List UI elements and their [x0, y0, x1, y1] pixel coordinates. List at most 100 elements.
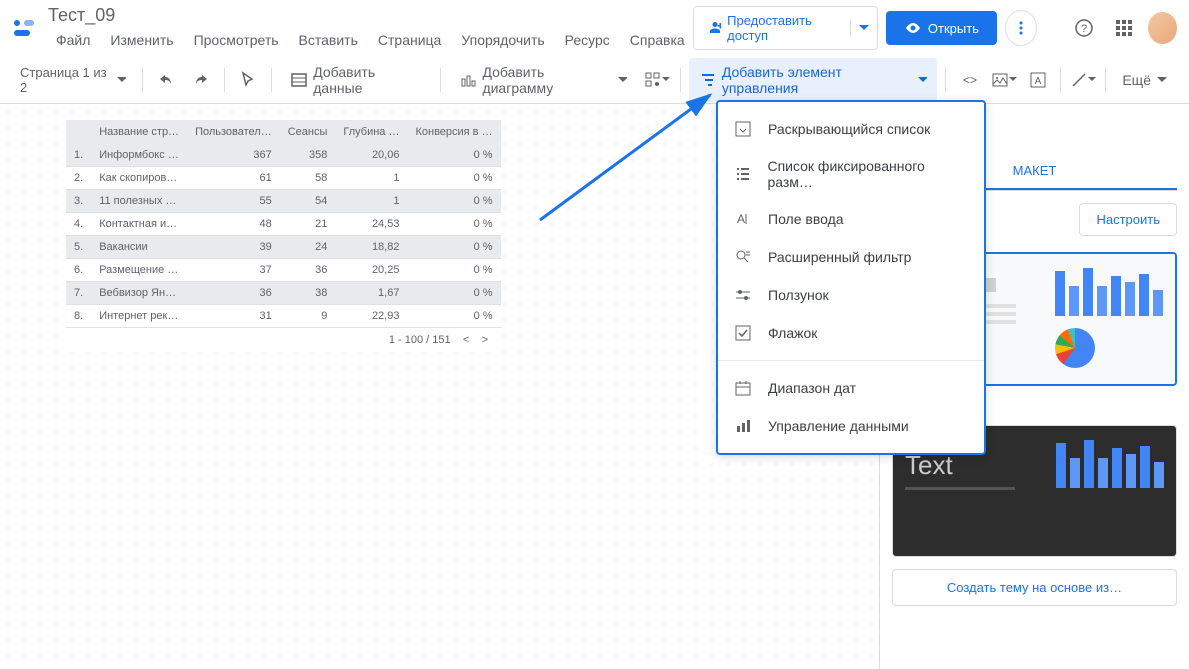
url-embed-button[interactable]: <>	[954, 64, 986, 96]
page-indicator[interactable]: Страница 1 из 2	[12, 61, 134, 99]
filter-icon	[699, 71, 716, 89]
chevron-down-icon	[662, 77, 670, 82]
customize-button[interactable]: Настроить	[1079, 203, 1177, 236]
menu-help[interactable]: Справка	[622, 28, 693, 52]
table-row[interactable]: 7.Вебвизор Яндекс…36381,670 %	[66, 282, 501, 305]
eye-icon	[904, 19, 922, 37]
apps-icon	[1115, 19, 1133, 37]
table-row[interactable]: 1.Информбокс - ин…36735820,060 %	[66, 144, 501, 167]
chevron-down-icon	[117, 77, 127, 83]
dropdown-item-data-control[interactable]: Управление данными	[718, 407, 984, 445]
table-row[interactable]: 4.Контактная инф…482124,530 %	[66, 213, 501, 236]
undo-button[interactable]	[151, 64, 181, 96]
database-icon	[290, 71, 307, 89]
table-header[interactable]	[66, 120, 91, 144]
redo-button[interactable]	[185, 64, 215, 96]
menu-arrange[interactable]: Упорядочить	[453, 28, 552, 52]
more-tools-button[interactable]: Ещё	[1112, 66, 1177, 94]
dropdown-item-advanced-filter[interactable]: Расширенный фильтр	[718, 238, 984, 276]
chevron-down-icon	[918, 77, 927, 83]
table-header[interactable]: Конверсия в …	[407, 120, 500, 144]
dropdown-item-date-range[interactable]: Диапазон дат	[718, 369, 984, 407]
theme-bars-icon	[1056, 438, 1164, 488]
more-label: Ещё	[1122, 72, 1151, 88]
advanced-filter-icon	[734, 248, 752, 266]
menu-edit[interactable]: Изменить	[102, 28, 181, 52]
chart-icon	[459, 71, 476, 89]
slider-icon	[734, 286, 752, 304]
share-button-group: Предоставить доступ	[693, 6, 878, 50]
cursor-icon	[239, 71, 257, 89]
community-viz-button[interactable]	[641, 64, 671, 96]
add-control-button[interactable]: Добавить элемент управления	[689, 58, 938, 102]
image-button[interactable]	[988, 64, 1020, 96]
menu-insert[interactable]: Вставить	[291, 28, 366, 52]
share-dropdown[interactable]	[850, 19, 877, 37]
dropdown-item-slider[interactable]: Ползунок	[718, 276, 984, 314]
menu-resource[interactable]: Ресурс	[557, 28, 618, 52]
dropdown-item-list[interactable]: Раскрывающийся список	[718, 110, 984, 148]
open-button[interactable]: Открыть	[886, 11, 997, 45]
image-icon	[991, 71, 1009, 89]
table-row[interactable]: 5.Вакансии392418,820 %	[66, 236, 501, 259]
svg-text:<>: <>	[963, 73, 977, 87]
calendar-icon	[734, 379, 752, 397]
theme-pie-icon	[1055, 328, 1095, 368]
document-title[interactable]: Тест_09	[48, 5, 693, 26]
page-indicator-label: Страница 1 из 2	[20, 65, 113, 95]
widgets-icon	[644, 71, 662, 89]
list-icon	[734, 165, 751, 183]
dropdown-list-icon	[734, 120, 752, 138]
create-theme-button[interactable]: Создать тему на основе из…	[892, 569, 1177, 606]
table-row[interactable]: 6.Размещение тов…373620,250 %	[66, 259, 501, 282]
line-icon	[1070, 71, 1088, 89]
text-icon: A	[1029, 71, 1047, 89]
dropdown-item-checkbox[interactable]: Флажок	[718, 314, 984, 352]
add-chart-button[interactable]: Добавить диаграмму	[449, 58, 637, 102]
apps-button[interactable]	[1108, 10, 1140, 46]
table-row[interactable]: 2.Как скопировать…615810 %	[66, 167, 501, 190]
code-icon: <>	[960, 72, 980, 88]
add-control-label: Добавить элемент управления	[722, 64, 912, 96]
share-button[interactable]: Предоставить доступ	[694, 7, 850, 49]
table-header[interactable]: Название стр…	[91, 120, 187, 144]
more-vert-icon	[1013, 20, 1029, 36]
add-chart-label: Добавить диаграмму	[482, 64, 611, 96]
svg-text:A: A	[1035, 76, 1042, 87]
table-next[interactable]: >	[482, 334, 488, 346]
more-options-button[interactable]	[1005, 10, 1037, 46]
dropdown-item-fixed-list[interactable]: Список фиксированного разм…	[718, 148, 984, 200]
add-control-dropdown: Раскрывающийся список Список фиксированн…	[716, 100, 986, 455]
svg-text:A: A	[737, 212, 745, 226]
data-control-icon	[734, 417, 752, 435]
table-row[interactable]: 8.Интернет рекла…31922,930 %	[66, 305, 501, 328]
help-icon: ?	[1074, 18, 1094, 38]
checkbox-icon	[734, 324, 752, 342]
share-label: Предоставить доступ	[727, 13, 838, 43]
table-prev[interactable]: <	[463, 334, 469, 346]
redo-icon	[192, 71, 210, 89]
help-button[interactable]: ?	[1068, 10, 1100, 46]
table-pagination: 1 - 100 / 151	[389, 334, 451, 346]
chevron-down-icon	[618, 77, 627, 83]
theme-bars-icon	[1055, 266, 1163, 316]
text-button[interactable]: A	[1022, 64, 1054, 96]
app-logo-icon[interactable]	[12, 16, 36, 40]
data-table[interactable]: Название стр…Пользовател…СеансыГлубина ……	[66, 120, 496, 352]
line-button[interactable]	[1067, 64, 1099, 96]
input-icon: A	[734, 210, 752, 228]
table-header[interactable]: Сеансы	[280, 120, 336, 144]
table-row[interactable]: 3.11 полезных отч…555410 %	[66, 190, 501, 213]
table-header[interactable]: Глубина …	[335, 120, 407, 144]
dropdown-item-input[interactable]: A Поле ввода	[718, 200, 984, 238]
menu-view[interactable]: Просмотреть	[186, 28, 287, 52]
menu-file[interactable]: Файл	[48, 28, 98, 52]
undo-icon	[157, 71, 175, 89]
user-avatar[interactable]	[1148, 12, 1177, 44]
add-data-button[interactable]: Добавить данные	[280, 58, 432, 102]
select-tool[interactable]	[233, 64, 263, 96]
table-header[interactable]: Пользовател…	[187, 120, 280, 144]
chevron-down-icon	[1157, 77, 1167, 83]
menu-page[interactable]: Страница	[370, 28, 449, 52]
person-add-icon	[706, 19, 721, 37]
